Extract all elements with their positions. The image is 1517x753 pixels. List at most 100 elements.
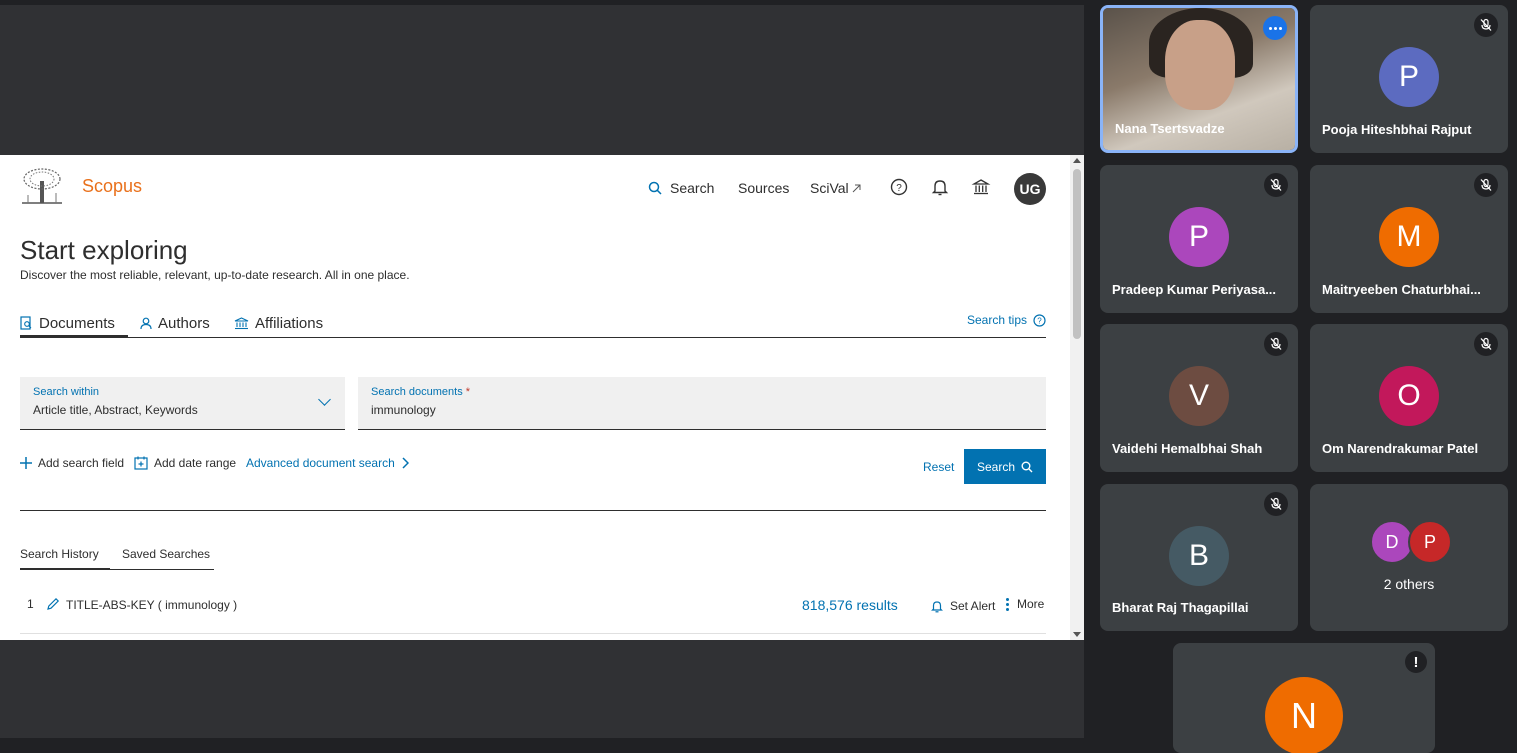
tab-authors[interactable]: Authors [140,311,210,335]
nav-scival-label: SciVal [810,180,849,196]
section-divider [20,510,1046,511]
user-avatar[interactable]: UG [1014,173,1046,205]
advanced-search-link[interactable]: Advanced document search [246,456,409,470]
tab-affiliations-label: Affiliations [255,314,324,332]
shared-screen: Scopus Search Sources SciVal ? UG Start … [0,155,1084,640]
search-within-select[interactable]: Search within Article title, Abstract, K… [20,377,345,430]
bell-icon[interactable] [930,177,950,197]
add-date-range-button[interactable]: Add date range [134,456,236,470]
participant-tile[interactable]: P Pooja Hiteshbhai Rajput [1310,5,1508,153]
mic-off-icon [1264,492,1288,516]
self-tile[interactable]: ! N [1173,643,1435,753]
participant-name: Pooja Hiteshbhai Rajput [1322,122,1472,137]
tab-affiliations[interactable]: Affiliations [234,311,323,335]
tab-authors-label: Authors [158,314,210,332]
tab-search-history[interactable]: Search History [20,547,110,570]
participant-avatar: O [1379,366,1439,426]
more-label: More [1017,597,1045,611]
mic-off-icon [1474,173,1498,197]
history-row: 1 TITLE-ABS-KEY ( immunology ) 818,576 r… [20,591,1046,634]
participant-tile[interactable]: M Maitryeeben Chaturbhai... [1310,165,1508,313]
nav-sources[interactable]: Sources [738,180,789,196]
history-row-number: 1 [27,597,34,611]
add-search-field-label: Add search field [38,456,125,470]
more-button[interactable]: More [1006,597,1044,611]
history-query[interactable]: TITLE-ABS-KEY ( immunology ) [66,598,237,612]
page-scrollbar[interactable] [1070,155,1084,640]
participant-tile[interactable]: V Vaidehi Hemalbhai Shah [1100,324,1298,472]
participant-tile[interactable]: O Om Narendrakumar Patel [1310,324,1508,472]
pencil-icon[interactable] [46,597,60,611]
participant-tile-video[interactable]: Nana Tsertsvadze [1100,5,1298,153]
bell-icon [931,601,943,613]
warning-icon[interactable]: ! [1405,651,1427,673]
search-icon [648,181,662,195]
scopus-brand[interactable]: Scopus [82,176,142,197]
add-search-field-button[interactable]: Add search field [20,456,124,470]
history-tabs: Search History Saved Searches [20,545,214,570]
participant-tile[interactable]: P Pradeep Kumar Periyasa... [1100,165,1298,313]
search-documents-input[interactable]: Search documents * immunology [358,377,1046,430]
tab-saved-searches[interactable]: Saved Searches [122,547,210,561]
page-title: Start exploring [20,235,188,265]
participant-avatar: P [1379,47,1439,107]
participant-name: Vaidehi Hemalbhai Shah [1112,441,1263,456]
history-results-link[interactable]: 818,576 results [802,597,898,613]
tab-documents[interactable]: Documents [20,311,128,338]
help-circle-icon: ? [1033,313,1046,327]
scroll-down-arrow[interactable] [1073,632,1081,637]
nav-search-label: Search [670,180,715,196]
search-button[interactable]: Search [964,449,1046,484]
nav-search[interactable]: Search [648,180,714,196]
mic-off-icon [1264,332,1288,356]
participant-name: Nana Tsertsvadze [1115,121,1225,136]
set-alert-button[interactable]: Set Alert [930,599,995,613]
vertical-dots-icon [1006,597,1009,611]
reset-button[interactable]: Reset [923,460,954,474]
more-options-icon[interactable] [1263,16,1287,40]
advanced-search-label: Advanced document search [246,456,395,470]
search-within-value: Article title, Abstract, Keywords [33,403,198,417]
required-mark: * [465,386,471,398]
others-tile[interactable]: D P 2 others [1310,484,1508,631]
search-within-label: Search within [33,386,100,398]
participant-avatar: V [1169,366,1229,426]
participant-name: Pradeep Kumar Periyasa... [1112,282,1277,297]
help-icon[interactable]: ? [889,177,909,197]
elsevier-tree-logo[interactable] [20,167,64,205]
scroll-up-arrow[interactable] [1073,158,1081,163]
calendar-add-icon [134,456,148,470]
document-search-icon [20,316,32,330]
set-alert-label: Set Alert [950,599,996,613]
search-type-tabs: Documents Authors Affiliations Search ti… [20,311,1046,338]
search-tips-link[interactable]: Search tips ? [967,313,1046,327]
chevron-down-icon [318,393,331,406]
search-icon [1021,461,1033,472]
scroll-thumb[interactable] [1073,169,1081,339]
external-link-icon [852,184,861,192]
participant-tile[interactable]: B Bharat Raj Thagapillai [1100,484,1298,631]
video-face [1165,20,1235,110]
search-tips-label: Search tips [966,313,1027,327]
search-documents-label-wrap: Search documents * [371,386,470,398]
nav-scival[interactable]: SciVal [810,180,861,196]
svg-text:?: ? [896,183,902,194]
page-subtitle: Discover the most reliable, relevant, up… [20,268,410,282]
presentation-stage: Scopus Search Sources SciVal ? UG Start … [0,0,1084,738]
participant-avatar: B [1169,526,1229,586]
participant-avatar: P [1169,207,1229,267]
scopus-header: Scopus Search Sources SciVal ? UG [20,167,1046,207]
search-documents-value: immunology [371,403,436,417]
institution-icon[interactable] [971,177,991,197]
participant-avatar: M [1379,207,1439,267]
building-icon [234,316,249,329]
others-avatar: P [1408,520,1452,564]
mic-off-icon [1264,173,1288,197]
mic-off-icon [1474,332,1498,356]
participant-name: Om Narendrakumar Patel [1322,441,1479,456]
search-button-label: Search [976,459,1016,474]
participant-name: Maitryeeben Chaturbhai... [1322,282,1481,297]
others-label: 2 others [1383,576,1435,592]
chevron-right-icon [402,457,409,469]
svg-text:?: ? [1037,316,1042,325]
